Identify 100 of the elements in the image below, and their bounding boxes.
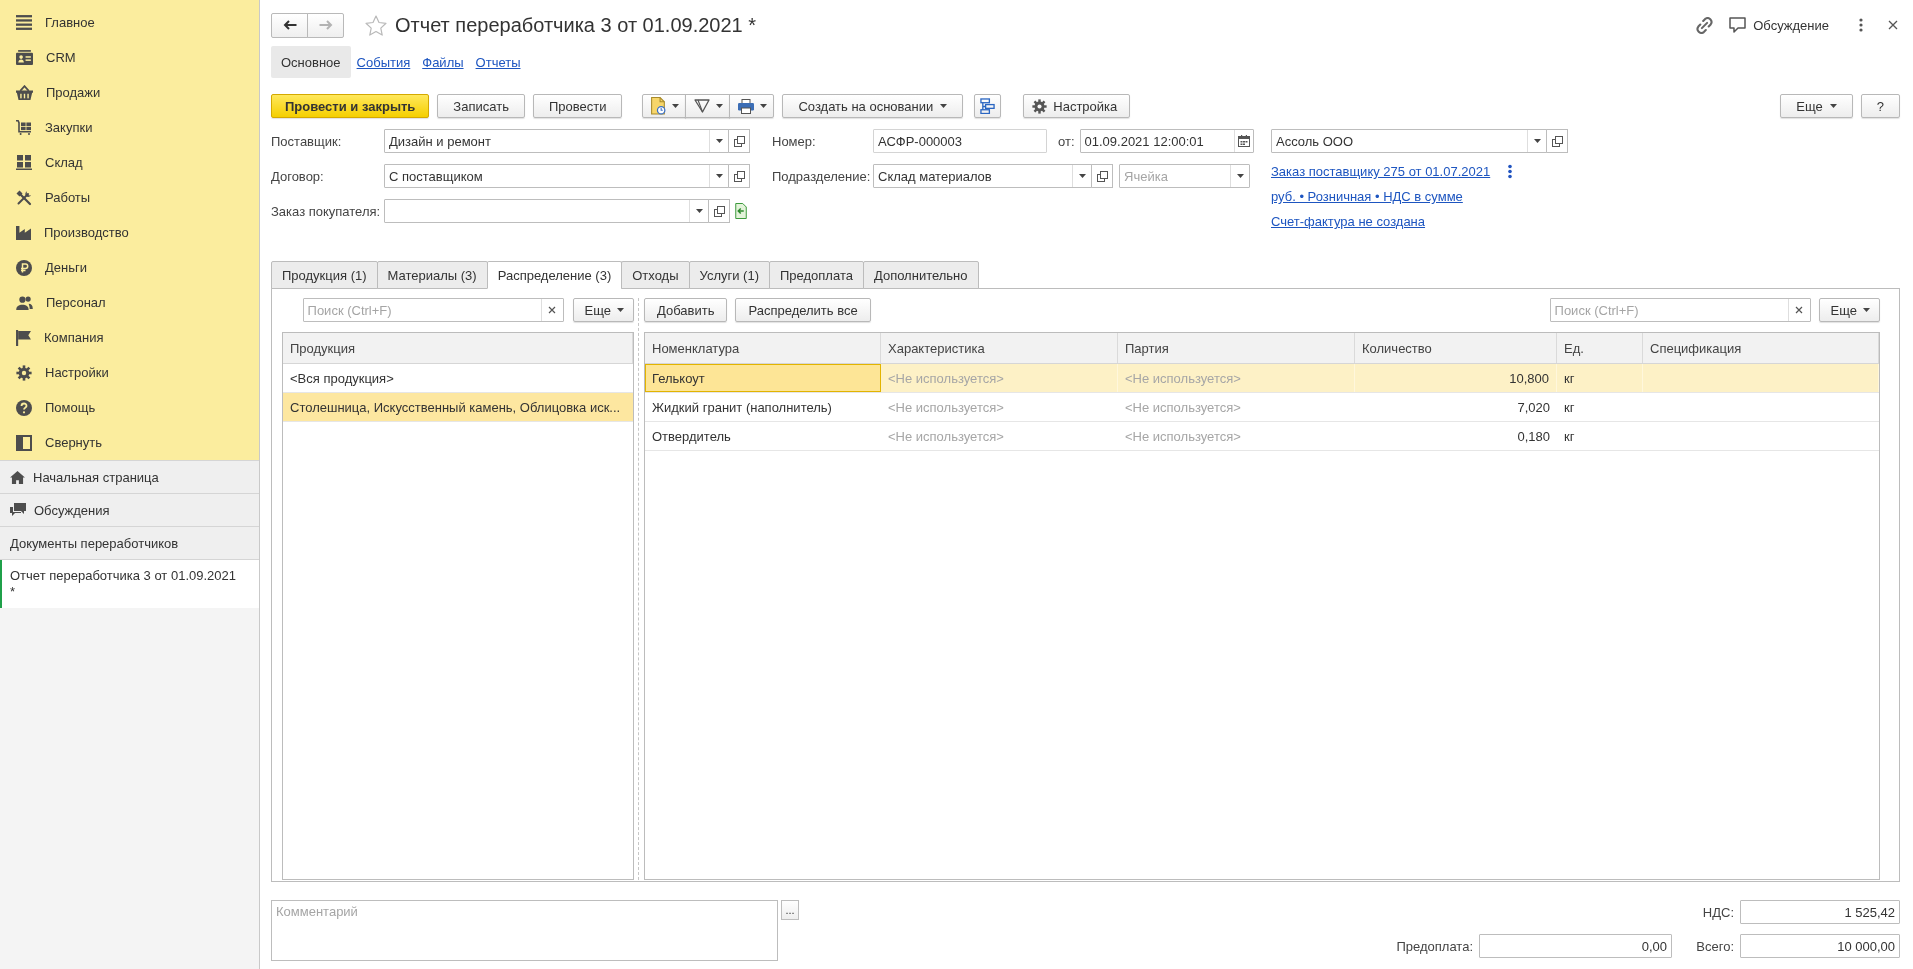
search-field[interactable]: Поиск (Ctrl+F) (1549, 298, 1811, 322)
funnel-icon (694, 99, 711, 113)
table-row[interactable]: Жидкий гранит (наполнитель) <Не используется> <Не используется> 7,020 кг (645, 393, 1879, 422)
document-menu-button[interactable] (642, 94, 687, 118)
ellipsis-button[interactable]: ... (781, 900, 799, 920)
organization-field[interactable]: Ассоль ООО (1271, 129, 1547, 153)
sidebar-item[interactable]: Деньги (0, 250, 259, 285)
sidebar-item[interactable]: Обсуждения (0, 494, 259, 527)
form-tab[interactable]: События (350, 46, 417, 78)
sidebar-item[interactable]: Свернуть (0, 425, 259, 460)
open-button[interactable] (708, 199, 730, 223)
column-header: Количество (1355, 333, 1557, 363)
form-tab[interactable]: Отчеты (469, 46, 527, 78)
print-menu-button[interactable] (729, 94, 775, 118)
caret-icon (715, 139, 723, 143)
vat-field[interactable]: 1 525,42 (1740, 900, 1900, 924)
sidebar-item[interactable]: Продажи (0, 75, 259, 110)
contact-card-icon (16, 50, 33, 65)
funnel-menu-button[interactable] (685, 94, 731, 118)
field-label: Заказ покупателя: (271, 203, 382, 219)
close-icon[interactable] (1888, 20, 1898, 30)
form-tab[interactable]: Основное (271, 46, 351, 78)
tab[interactable]: Предоплата (769, 261, 864, 289)
tab[interactable]: Отходы (621, 261, 690, 289)
comment-field[interactable]: Комментарий (271, 900, 778, 961)
document-arrow-icon[interactable] (735, 203, 747, 219)
field-label: НДС: (1702, 904, 1734, 920)
sidebar-item[interactable]: Настройки (0, 355, 259, 390)
back-button[interactable] (271, 12, 308, 38)
table-cell-text: <Не используется> (887, 427, 1005, 446)
prepayment-field[interactable]: 0,00 (1479, 934, 1672, 958)
toolbar-button[interactable]: Распределить все (735, 298, 871, 322)
tab[interactable]: Распределение (3) (486, 261, 623, 289)
table-cell: Гелькоут (645, 364, 881, 392)
structure-button[interactable] (974, 94, 1002, 118)
caret-icon (760, 104, 768, 108)
settings-icon (16, 364, 32, 381)
document-link[interactable]: руб. • Розничная • НДС в сумме (1271, 189, 1463, 204)
field-label: Номер: (772, 133, 817, 149)
contract-field[interactable]: С поставщиком (384, 164, 729, 188)
table-cell-text: <Не используется> (1124, 427, 1242, 446)
date-field[interactable]: 01.09.2021 12:00:01 (1079, 129, 1254, 153)
clear-icon (548, 306, 557, 314)
table-cell: <Не используется> (1118, 364, 1355, 392)
table-cell: <Не используется> (881, 364, 1118, 392)
arrow-left-icon (282, 20, 297, 30)
table-row[interactable]: Отвердитель <Не используется> <Не используется> 0,180 кг (645, 422, 1879, 451)
sidebar-item[interactable]: Персонал (0, 285, 259, 320)
cart-icon (16, 120, 32, 135)
menu-icon (16, 15, 32, 30)
link-icon[interactable] (1696, 16, 1714, 34)
settings-button[interactable]: Настройка (1023, 94, 1131, 118)
more-button[interactable]: Еще (1818, 298, 1880, 322)
customer-order-field[interactable] (384, 199, 709, 223)
open-button[interactable] (728, 164, 750, 188)
sidebar-item[interactable]: Помощь (0, 390, 259, 425)
tab[interactable]: Услуги (1) (688, 261, 770, 289)
department-field[interactable]: Склад материалов (873, 164, 1092, 188)
field-label: Договор: (271, 168, 325, 184)
sidebar-item[interactable]: Главное (0, 5, 259, 40)
caret-icon (672, 104, 680, 108)
total-field[interactable]: 10 000,00 (1740, 934, 1900, 958)
toolbar-button[interactable]: Добавить (644, 298, 728, 322)
tab[interactable]: Материалы (3) (376, 261, 488, 289)
sidebar-item[interactable]: CRM (0, 40, 259, 75)
number-field[interactable]: АСФР-000003 (873, 129, 1047, 153)
tab[interactable]: Дополнительно (862, 261, 979, 289)
sidebar-item[interactable]: Компания (0, 320, 259, 355)
search-field[interactable]: Поиск (Ctrl+F) (302, 298, 564, 322)
primary-button[interactable]: Провести и закрыть (271, 94, 430, 118)
toolbar-button[interactable]: Провести (532, 94, 623, 118)
help-icon (16, 399, 32, 416)
supplier-field[interactable]: Дизайн и ремонт (384, 129, 729, 153)
open-button[interactable] (1546, 129, 1568, 153)
table-row[interactable]: Гелькоут <Не используется> <Не используется> 10,800 кг (645, 364, 1879, 393)
document-link[interactable]: Счет-фактура не создана (1271, 214, 1426, 229)
field-label: Подразделение: (772, 168, 872, 184)
menu-button[interactable]: Еще (1780, 94, 1853, 118)
tab[interactable]: Продукция (1) (271, 261, 378, 289)
sidebar-item[interactable]: Закупки (0, 110, 259, 145)
form-tab[interactable]: Файлы (416, 46, 470, 78)
sidebar-item[interactable]: Начальная страница (0, 461, 259, 494)
star-icon[interactable] (365, 14, 387, 36)
open-button[interactable] (1091, 164, 1113, 188)
sidebar-item[interactable]: Производство (0, 215, 259, 250)
sidebar-item[interactable]: Склад (0, 145, 259, 180)
more-button[interactable]: Еще (572, 298, 634, 322)
open-button[interactable] (728, 129, 750, 153)
caret-icon (715, 174, 723, 178)
toolbar-button[interactable]: Записать (437, 94, 525, 118)
more-icon[interactable] (1508, 164, 1513, 179)
table-row[interactable]: Столешница, Искусственный камень, Облицовка иск... (283, 393, 633, 422)
document-link[interactable]: Заказ поставщику 275 от 01.07.2021 (1271, 164, 1491, 179)
menu-button[interactable]: Создать на основании (782, 94, 964, 118)
toolbar-button[interactable]: ? (1860, 94, 1900, 118)
sidebar-item[interactable]: Работы (0, 180, 259, 215)
windows-icon (733, 170, 745, 182)
more-icon[interactable] (1859, 18, 1863, 32)
discussion-button[interactable]: Обсуждение (1729, 17, 1829, 33)
open-window-item[interactable]: Отчет переработчика 3 от 01.09.2021 * (0, 560, 259, 608)
